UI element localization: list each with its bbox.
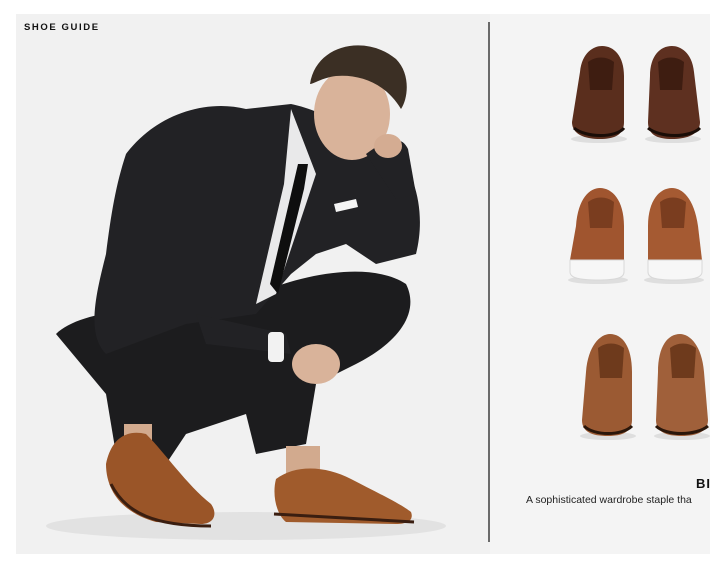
product-panel: BI A sophisticated wardrobe staple tha [490,14,710,554]
product-caption-description: A sophisticated wardrobe staple tha [526,494,692,506]
page-title: SHOE GUIDE [24,22,100,33]
hero-image [16,14,488,554]
product-caption-title: BI [696,476,710,491]
shoe-product-oxford[interactable] [566,42,706,146]
shoe-product-wingtip-sneaker[interactable] [564,186,708,286]
shoe-product-brogue[interactable] [578,332,710,444]
shoe-guide-slide: SHOE GUIDE BI A sophisticated wardrobe s… [16,14,710,554]
